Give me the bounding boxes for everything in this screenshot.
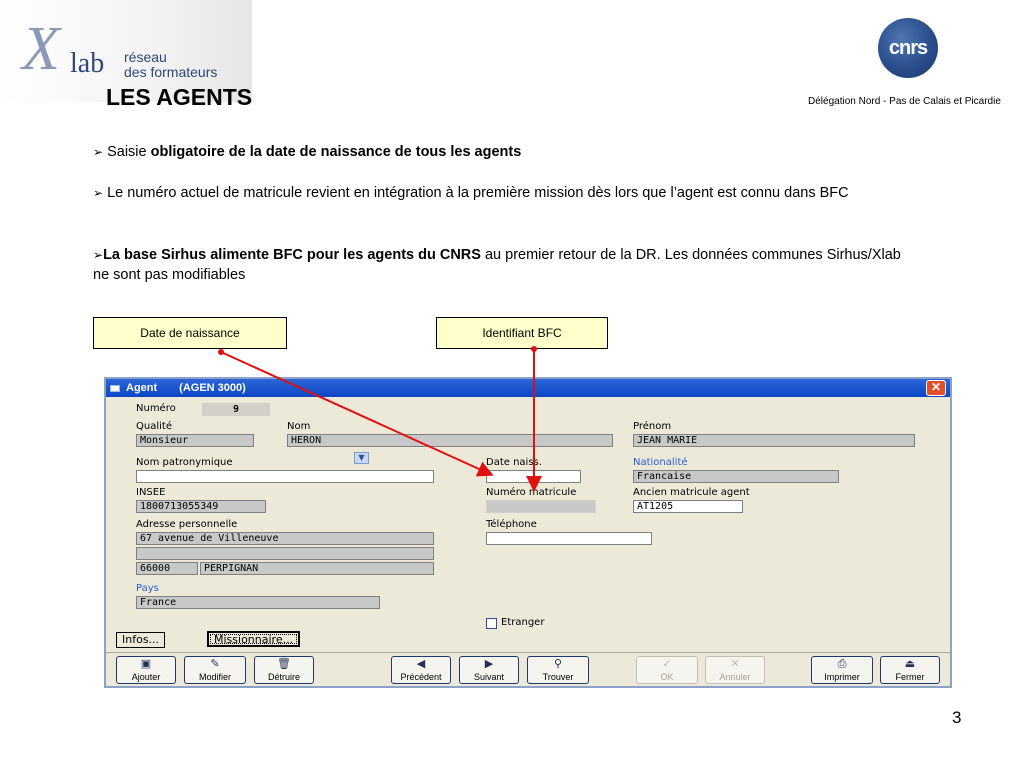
slide-title: LES AGENTS	[106, 84, 253, 110]
bullet-sirhus: ➢La base Sirhus alimente BFC pour les ag…	[93, 245, 913, 285]
modifier-button[interactable]: ✎ Modifier	[184, 656, 246, 684]
ok-button[interactable]: ✓ OK	[636, 656, 698, 684]
detruire-label: Détruire	[267, 672, 300, 682]
qualite-label: Qualité	[136, 421, 172, 432]
trouver-label: Trouver	[542, 672, 574, 682]
cnrs-logo: cnrs	[878, 18, 938, 78]
prenom-field[interactable]: JEAN MARIE	[633, 434, 915, 447]
ville-field[interactable]: PERPIGNAN	[200, 562, 434, 575]
nom-field[interactable]: HERON	[287, 434, 613, 447]
nationalite-field[interactable]: Francaise	[633, 470, 839, 483]
prenom-label: Prénom	[633, 421, 672, 432]
adresse-label: Adresse personnelle	[136, 519, 238, 530]
adresse-line1-field[interactable]: 67 avenue de Villeneuve	[136, 532, 434, 545]
cancel-icon: ✕	[730, 658, 740, 670]
exit-icon: ⏏	[904, 658, 916, 670]
telephone-label: Téléphone	[486, 519, 537, 530]
page-number: 3	[952, 708, 962, 727]
missionnaire-button[interactable]: Missionnaire...	[207, 631, 301, 647]
suivant-label: Suivant	[473, 672, 505, 682]
binoculars-icon: ⚲	[553, 658, 563, 670]
ok-label: OK	[660, 672, 674, 682]
annuler-label: Annuler	[719, 672, 751, 682]
numero-field: 9	[202, 403, 270, 416]
bullet-arrow-icon: ➢	[93, 145, 104, 159]
toolbar: ▣ Ajouter ✎ Modifier 🗑 Détruire ◀ Précéd…	[106, 652, 950, 686]
window-title: Agent	[126, 382, 158, 394]
agent-form: Numéro 9 Qualité Monsieur ▼ Nom HERON Pr…	[106, 397, 950, 650]
printer-icon: ⎙	[837, 658, 847, 670]
ajouter-button[interactable]: ▣ Ajouter	[116, 656, 176, 684]
xlab-logo-x: X	[22, 15, 60, 83]
qualite-select[interactable]: Monsieur	[136, 434, 254, 447]
window-title-bar[interactable]: Agent (AGEN 3000) ✕	[106, 379, 950, 397]
detruire-button[interactable]: 🗑 Détruire	[254, 656, 314, 684]
add-record-icon: ▣	[140, 658, 152, 670]
bullet-text: Saisie	[103, 144, 151, 160]
insee-label: INSEE	[136, 487, 166, 498]
ajouter-label: Ajouter	[131, 672, 161, 682]
delegation-label: Délégation Nord - Pas de Calais et Picar…	[808, 96, 1001, 107]
numero-matricule-label: Numéro matricule	[486, 487, 577, 498]
bullet-bold-text: obligatoire de la date de naissance de t…	[150, 144, 522, 160]
chevron-down-icon[interactable]: ▼	[354, 452, 369, 464]
pays-label[interactable]: Pays	[136, 583, 159, 594]
bullet-matricule: ➢ Le numéro actuel de matricule revient …	[93, 183, 913, 203]
insee-field[interactable]: 1800713055349	[136, 500, 266, 513]
window-subtitle: (AGEN 3000)	[179, 382, 246, 394]
arrow-start-dot	[218, 349, 224, 355]
callout-identifiant-bfc: Identifiant BFC	[436, 317, 608, 349]
etranger-checkbox[interactable]	[486, 618, 497, 629]
nom-patronymique-field[interactable]	[136, 470, 434, 483]
adresse-line2-field[interactable]	[136, 547, 434, 560]
date-naiss-label: Date naiss.	[486, 457, 542, 468]
xlab-logo-reseau: réseau	[124, 49, 167, 65]
window-icon	[110, 384, 120, 392]
nom-label: Nom	[287, 421, 311, 432]
trash-icon: 🗑	[277, 658, 291, 670]
telephone-field[interactable]	[486, 532, 652, 545]
bullet-date-naissance: ➢ Saisie obligatoire de la date de naiss…	[93, 142, 913, 162]
bullet-text: Le numéro actuel de matricule revient en…	[103, 185, 849, 201]
precedent-button[interactable]: ◀ Précédent	[391, 656, 451, 684]
agent-window: Agent (AGEN 3000) ✕ Numéro 9 Qualité Mon…	[104, 377, 952, 688]
previous-icon: ◀	[416, 658, 426, 670]
code-postal-field[interactable]: 66000	[136, 562, 198, 575]
trouver-button[interactable]: ⚲ Trouver	[527, 656, 589, 684]
next-icon: ▶	[484, 658, 494, 670]
nom-patronymique-label: Nom patronymique	[136, 457, 233, 468]
fermer-button[interactable]: ⏏ Fermer	[880, 656, 940, 684]
suivant-button[interactable]: ▶ Suivant	[459, 656, 519, 684]
precedent-label: Précédent	[400, 672, 442, 682]
check-icon: ✓	[662, 658, 672, 670]
modifier-label: Modifier	[198, 672, 231, 682]
infos-button[interactable]: Infos...	[116, 632, 166, 648]
etranger-label: Etranger	[501, 617, 545, 628]
pays-field[interactable]: France	[136, 596, 380, 609]
annuler-button[interactable]: ✕ Annuler	[705, 656, 765, 684]
bullet-bold-text: La base Sirhus alimente BFC pour les age…	[103, 247, 481, 263]
ancien-matricule-field[interactable]: AT1205	[633, 500, 743, 513]
numero-matricule-field	[486, 500, 596, 513]
callout-date-naissance: Date de naissance	[93, 317, 287, 349]
bullet-arrow-icon: ➢	[93, 248, 104, 262]
bullet-arrow-icon: ➢	[93, 186, 104, 200]
close-icon[interactable]: ✕	[926, 380, 946, 396]
ancien-matricule-label: Ancien matricule agent	[633, 487, 750, 498]
nationalite-label[interactable]: Nationalité	[633, 457, 688, 468]
numero-label: Numéro	[136, 403, 176, 414]
imprimer-label: Imprimer	[824, 672, 860, 682]
xlab-logo-formateurs: des formateurs	[124, 64, 218, 80]
xlab-logo-lab: lab	[70, 48, 105, 79]
fermer-label: Fermer	[895, 672, 925, 682]
imprimer-button[interactable]: ⎙ Imprimer	[811, 656, 873, 684]
edit-icon: ✎	[210, 658, 220, 670]
date-naiss-field[interactable]	[486, 470, 581, 483]
